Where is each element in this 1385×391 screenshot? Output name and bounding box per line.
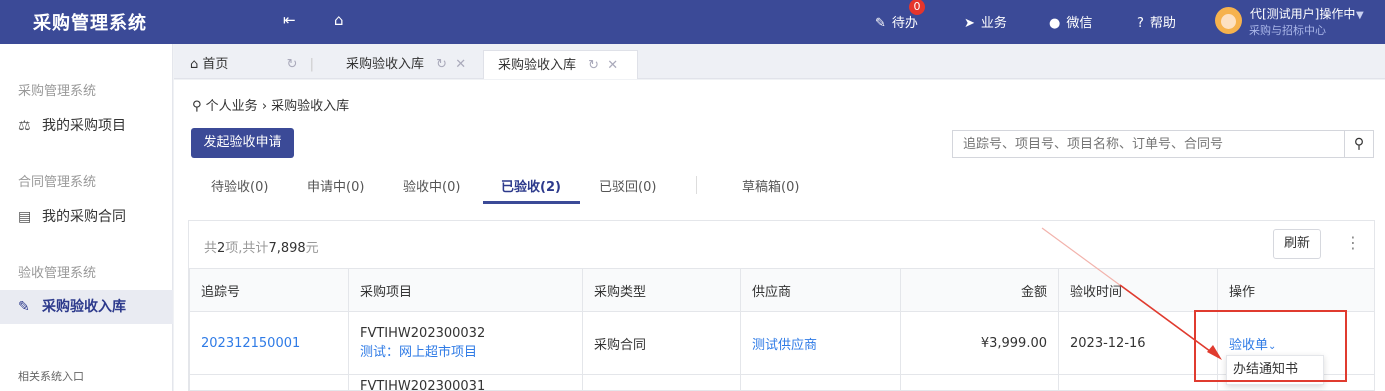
user-org: 采购与招标中心 (1249, 24, 1326, 37)
tab-label: 首页 (202, 57, 229, 72)
reload-icon[interactable]: ↻ (588, 58, 599, 73)
sidebar-item-label: 采购验收入库 (42, 299, 126, 315)
summary-text: 共2项,共计7,898元 (204, 241, 319, 256)
col-project[interactable]: 采购项目 (348, 268, 583, 312)
purchase-type: 采购合同 (582, 311, 741, 375)
nav-todo-label: 待办 (891, 16, 918, 31)
track-no-link[interactable]: 202312150001 (201, 336, 300, 351)
tab-applying[interactable]: 申请中(0) (307, 176, 364, 195)
nav-help-label: 帮助 (1149, 16, 1176, 31)
pencil-icon: ✎ (18, 299, 30, 315)
collapse-sidebar-icon[interactable]: ⇤ (283, 11, 296, 29)
more-vertical-icon[interactable]: ⋮ (1345, 233, 1361, 252)
avatar[interactable] (1215, 7, 1242, 34)
sidebar: 采购管理系统 ⚖ 我的采购项目 合同管理系统 ▤ 我的采购合同 验收管理系统 ✎ 采购… (0, 44, 173, 391)
location-icon: ⚲ (192, 99, 202, 114)
breadcrumb: ⚲ 个人业务 › 采购验收入库 (192, 95, 349, 114)
tab-acceptance-2[interactable]: 采购验收入库 ↻ ✕ (483, 50, 638, 79)
sidebar-item-my-projects[interactable]: ⚖ 我的采购项目 (0, 109, 173, 143)
sidebar-item-acceptance-storage[interactable]: ✎ 采购验收入库 (0, 290, 173, 324)
tab-label: 采购验收入库 (498, 58, 577, 73)
col-supplier[interactable]: 供应商 (740, 268, 901, 312)
home-icon: ⌂ (190, 57, 199, 72)
close-icon[interactable]: ✕ (607, 58, 618, 73)
tab-in-review[interactable]: 验收中(0) (403, 176, 460, 195)
divider (696, 176, 697, 194)
total-amount: 7,898 (268, 241, 306, 256)
nav-help[interactable]: ? 帮助 (1137, 12, 1176, 31)
sidebar-item-label: 我的采购合同 (42, 209, 126, 225)
sidebar-item-my-contracts[interactable]: ▤ 我的采购合同 (0, 200, 173, 234)
todo-badge: 0 (909, 0, 925, 15)
project-no: FVTIHW202300031 (348, 374, 583, 391)
page-tab-bar: ⌂ 首页 ↻ | 采购验收入库 ↻ ✕ 采购验收入库 ↻ ✕ (174, 44, 1385, 79)
table-header-row: 追踪号 采购项目 采购类型 供应商 金额 验收时间 操作 (189, 268, 1375, 312)
top-bar: 采购管理系统 ⇤ ⌂ ✎ 待办 0 ➤ 业务 ● 微信 ? 帮助 代[测试用户]操作中 … (0, 0, 1385, 44)
sidebar-group-procurement: 采购管理系统 (18, 84, 97, 99)
document-icon: ▤ (18, 209, 32, 225)
edit-icon: ✎ (875, 16, 886, 31)
related-systems-label: 相关系统入口 (18, 370, 84, 383)
refresh-button[interactable]: 刷新 (1273, 229, 1321, 259)
project-name-link[interactable]: 测试：网上超市项目 (360, 341, 571, 360)
nav-wechat[interactable]: ● 微信 (1049, 12, 1092, 31)
col-date[interactable]: 验收时间 (1058, 268, 1218, 312)
highlight-box (1194, 310, 1347, 382)
help-icon: ? (1137, 16, 1144, 31)
app-title: 采购管理系统 (33, 13, 147, 34)
status-tabs: 待验收(0) 申请中(0) 验收中(0) 已验收(2) 已驳回(0) 草稿箱(0… (174, 168, 1385, 204)
active-tab-indicator (483, 201, 580, 204)
tab-acceptance-1[interactable]: 采购验收入库 ↻ ✕ (332, 50, 482, 79)
search-icon: ⚲ (1353, 136, 1365, 152)
scale-icon: ⚖ (18, 118, 31, 134)
tab-accepted[interactable]: 已验收(2) (501, 176, 561, 195)
user-name[interactable]: 代[测试用户]操作中 (1250, 5, 1355, 22)
nav-business[interactable]: ➤ 业务 (964, 12, 1007, 31)
breadcrumb-separator: › (261, 99, 268, 114)
nav-business-label: 业务 (980, 16, 1007, 31)
sidebar-item-label: 我的采购项目 (42, 118, 126, 134)
reload-icon[interactable]: ↻ (287, 57, 298, 72)
search-input[interactable] (952, 130, 1344, 158)
nav-wechat-label: 微信 (1066, 16, 1093, 31)
reload-icon[interactable]: ↻ (436, 57, 447, 72)
tab-rejected[interactable]: 已驳回(0) (599, 176, 656, 195)
col-actions: 操作 (1217, 268, 1375, 312)
sidebar-group-acceptance: 验收管理系统 (18, 266, 97, 281)
tab-label: 采购验收入库 (346, 57, 425, 72)
tab-pending[interactable]: 待验收(0) (211, 176, 268, 195)
supplier-link[interactable]: 测试供应商 (752, 338, 817, 353)
sidebar-group-contract: 合同管理系统 (18, 175, 97, 190)
home-icon[interactable]: ⌂ (334, 11, 344, 29)
wechat-icon: ● (1049, 16, 1061, 31)
nav-todo[interactable]: ✎ 待办 (875, 12, 918, 31)
chevron-down-icon[interactable]: ▼ (1356, 10, 1364, 21)
col-amount[interactable]: 金额 (900, 268, 1059, 312)
tab-home[interactable]: ⌂ 首页 ↻ | (176, 50, 326, 79)
breadcrumb-root[interactable]: 个人业务 (206, 99, 258, 114)
col-track-no[interactable]: 追踪号 (189, 268, 349, 312)
breadcrumb-current: 采购验收入库 (271, 99, 350, 114)
amount: ¥3,999.00 (900, 311, 1059, 375)
close-icon[interactable]: ✕ (455, 57, 466, 72)
project-no: FVTIHW202300032 (360, 326, 486, 341)
tab-drafts[interactable]: 草稿箱(0) (742, 176, 799, 195)
start-acceptance-button[interactable]: 发起验收申请 (191, 128, 294, 158)
search-button[interactable]: ⚲ (1344, 130, 1374, 158)
send-icon: ➤ (964, 16, 975, 31)
col-type[interactable]: 采购类型 (582, 268, 741, 312)
